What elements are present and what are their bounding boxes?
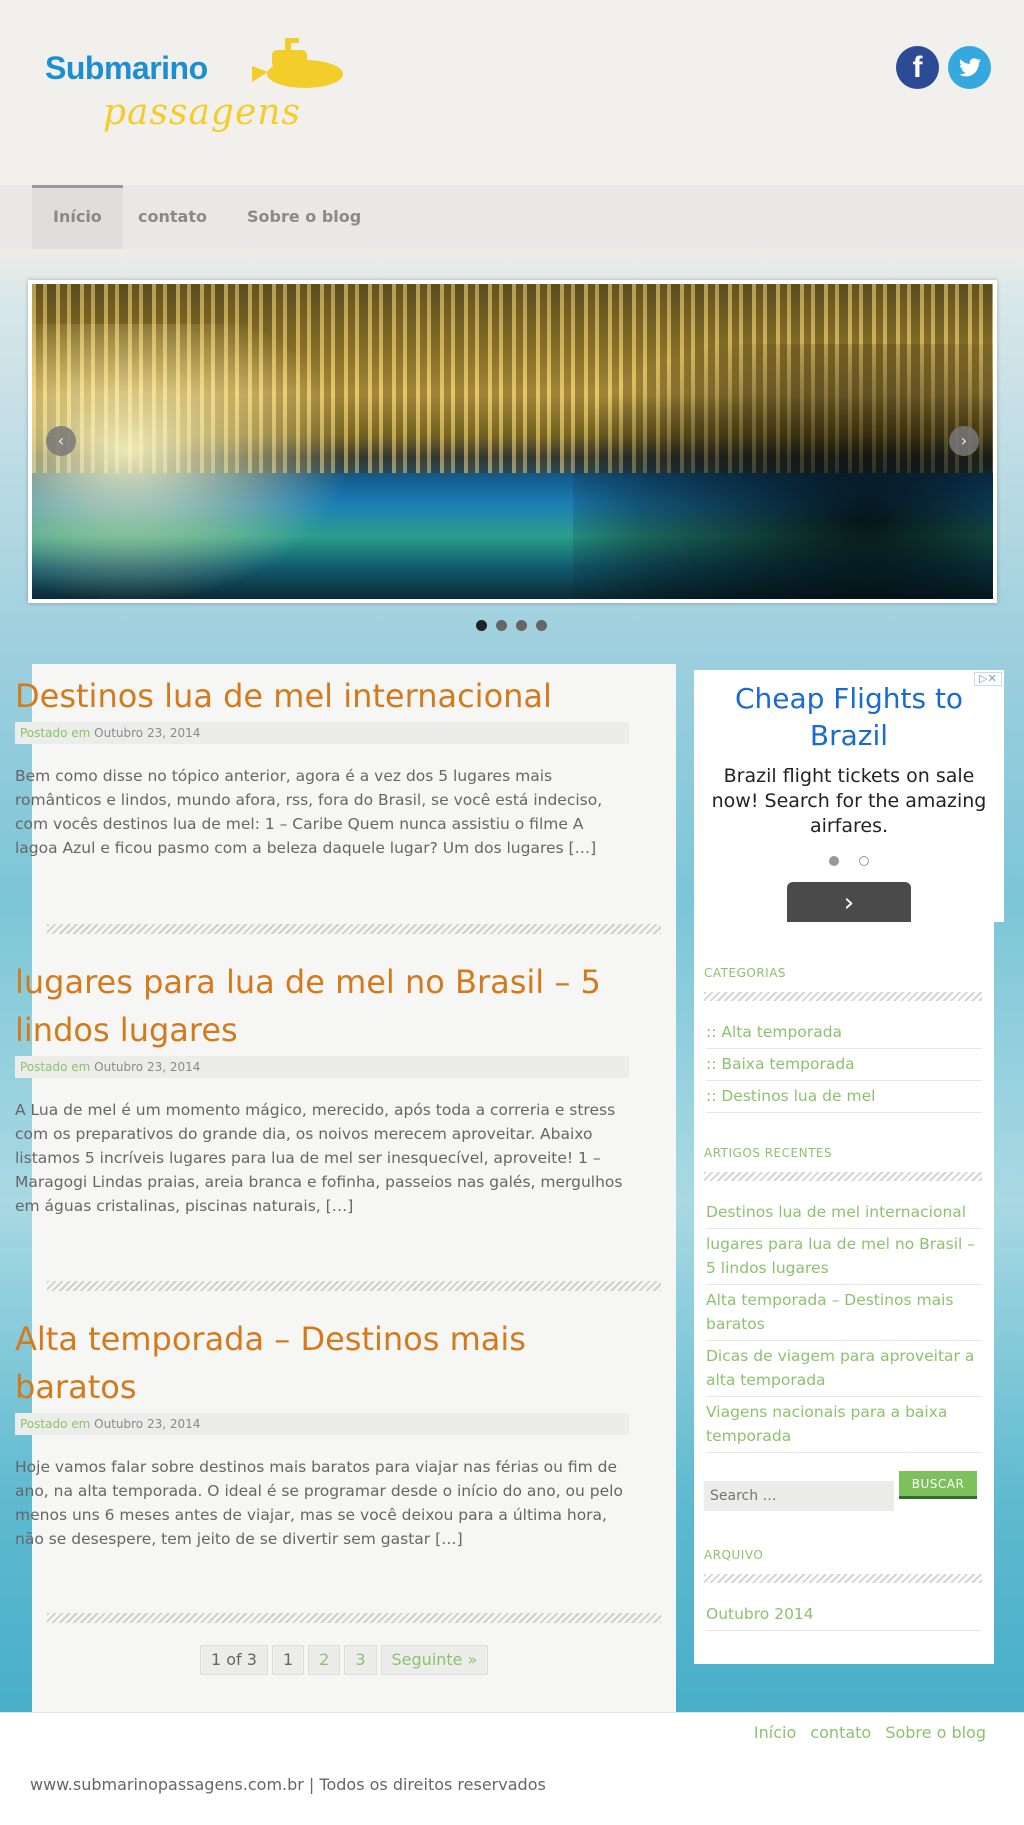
widget-title-archive: ARQUIVO: [704, 1548, 764, 1562]
nav-item-inicio[interactable]: Início: [32, 185, 123, 249]
recent-post-link[interactable]: Destinos lua de mel internacional: [706, 1197, 982, 1229]
post-divider: [47, 924, 661, 934]
ad-pagination: [694, 851, 1004, 870]
pagination-page-link[interactable]: 2: [308, 1645, 341, 1675]
post-divider: [47, 1613, 661, 1623]
category-link[interactable]: :: Destinos lua de mel: [706, 1081, 982, 1113]
submarine-icon: [252, 38, 343, 88]
post-excerpt: Bem como disse no tópico anterior, agora…: [15, 767, 603, 857]
ad-close-icon[interactable]: ▷✕: [974, 672, 1002, 686]
sidebar: CATEGORIAS :: Alta temporada :: Baixa te…: [694, 922, 994, 1664]
slider-pagination: [476, 616, 556, 631]
recent-post-link[interactable]: Dicas de viagem para aproveitar a alta t…: [706, 1341, 982, 1397]
recent-post-link[interactable]: lugares para lua de mel no Brasil – 5 li…: [706, 1229, 982, 1285]
pagination-next-button[interactable]: Seguinte »: [380, 1645, 489, 1675]
nav-item-contato[interactable]: contato: [117, 185, 228, 249]
widget-divider: [704, 992, 982, 1001]
ad-dot[interactable]: [859, 856, 869, 866]
pagination-page-current: 1: [271, 1645, 305, 1675]
recent-post-link[interactable]: Viagens nacionais para a baixa temporada: [706, 1397, 982, 1453]
slider-dot[interactable]: [536, 620, 547, 631]
post-excerpt: A Lua de mel é um momento mágico, mereci…: [15, 1101, 623, 1215]
pagination: 1 of 3 1 2 3 Seguinte »: [200, 1645, 492, 1675]
slider-dot[interactable]: [496, 620, 507, 631]
footer-nav-inicio[interactable]: Início: [754, 1723, 796, 1742]
slider-dot[interactable]: [476, 620, 487, 631]
categories-list: :: Alta temporada :: Baixa temporada :: …: [706, 1017, 982, 1113]
slide-shadow: [573, 344, 993, 599]
pagination-summary: 1 of 3: [200, 1645, 268, 1675]
post-meta-label: Postado em: [20, 1060, 91, 1074]
post-title[interactable]: Alta temporada – Destinos mais baratos: [15, 1315, 629, 1411]
widget-divider: [704, 1172, 982, 1181]
main-nav: Início contato Sobre o blog: [0, 185, 1024, 249]
post-meta-label: Postado em: [20, 726, 91, 740]
post-date[interactable]: Outubro 23, 2014: [94, 726, 200, 740]
category-link[interactable]: :: Alta temporada: [706, 1017, 982, 1049]
image-slider: ‹ ›: [28, 280, 997, 603]
post-divider: [47, 1281, 661, 1291]
pagination-page-link[interactable]: 3: [344, 1645, 377, 1675]
slide-light: [32, 324, 352, 599]
post: Alta temporada – Destinos mais baratos P…: [15, 1315, 629, 1551]
archive-list: Outubro 2014: [706, 1599, 982, 1631]
site-logo[interactable]: Submarino passagens: [45, 36, 345, 156]
slider-next-button[interactable]: ›: [949, 426, 979, 456]
post: Destinos lua de mel internacional Postad…: [15, 672, 629, 860]
ad-dot[interactable]: [829, 856, 839, 866]
twitter-icon[interactable]: [948, 46, 991, 89]
facebook-icon[interactable]: f: [896, 46, 939, 89]
post-meta: Postado em Outubro 23, 2014: [15, 722, 629, 744]
post-title[interactable]: Destinos lua de mel internacional: [15, 672, 629, 720]
post-excerpt: Hoje vamos falar sobre destinos mais bar…: [15, 1458, 623, 1548]
ad-body: Brazil flight tickets on sale now! Searc…: [711, 765, 987, 837]
post-date[interactable]: Outubro 23, 2014: [94, 1417, 200, 1431]
widget-title-categories: CATEGORIAS: [704, 966, 787, 980]
nav-item-sobre[interactable]: Sobre o blog: [226, 185, 382, 249]
footer-nav: Início contato Sobre o blog: [745, 1723, 986, 1742]
post-meta: Postado em Outubro 23, 2014: [15, 1413, 629, 1435]
slider-dot[interactable]: [516, 620, 527, 631]
widget-divider: [704, 1574, 982, 1583]
post-meta: Postado em Outubro 23, 2014: [15, 1056, 629, 1078]
slide-image: ‹ ›: [32, 284, 993, 599]
footer-nav-sobre[interactable]: Sobre o blog: [885, 1723, 986, 1742]
advertisement[interactable]: ▷✕ Cheap Flights to Brazil Brazil flight…: [694, 670, 1004, 927]
post: lugares para lua de mel no Brasil – 5 li…: [15, 958, 629, 1218]
search-button[interactable]: BUSCAR: [899, 1471, 977, 1499]
copyright-text: www.submarinopassagens.com.br | Todos os…: [30, 1775, 546, 1794]
ad-title[interactable]: Cheap Flights to Brazil: [694, 680, 1004, 754]
recent-post-link[interactable]: Alta temporada – Destinos mais baratos: [706, 1285, 982, 1341]
category-link[interactable]: :: Baixa temporada: [706, 1049, 982, 1081]
site-footer: Início contato Sobre o blog www.submarin…: [0, 1712, 1024, 1825]
search-input[interactable]: [704, 1481, 894, 1511]
widget-title-recent: ARTIGOS RECENTES: [704, 1146, 833, 1160]
site-header: Submarino passagens f: [0, 0, 1024, 185]
recent-posts-list: Destinos lua de mel internacional lugare…: [706, 1197, 982, 1453]
slider-prev-button[interactable]: ‹: [46, 426, 76, 456]
twitter-bird-icon: [958, 57, 981, 76]
footer-nav-contato[interactable]: contato: [810, 1723, 871, 1742]
logo-sub-text: passagens: [103, 92, 301, 133]
post-title[interactable]: lugares para lua de mel no Brasil – 5 li…: [15, 958, 629, 1054]
logo-main-text: Submarino: [45, 50, 208, 86]
post-meta-label: Postado em: [20, 1417, 91, 1431]
ad-next-button[interactable]: ›: [787, 882, 911, 927]
post-date[interactable]: Outubro 23, 2014: [94, 1060, 200, 1074]
archive-link[interactable]: Outubro 2014: [706, 1599, 982, 1631]
